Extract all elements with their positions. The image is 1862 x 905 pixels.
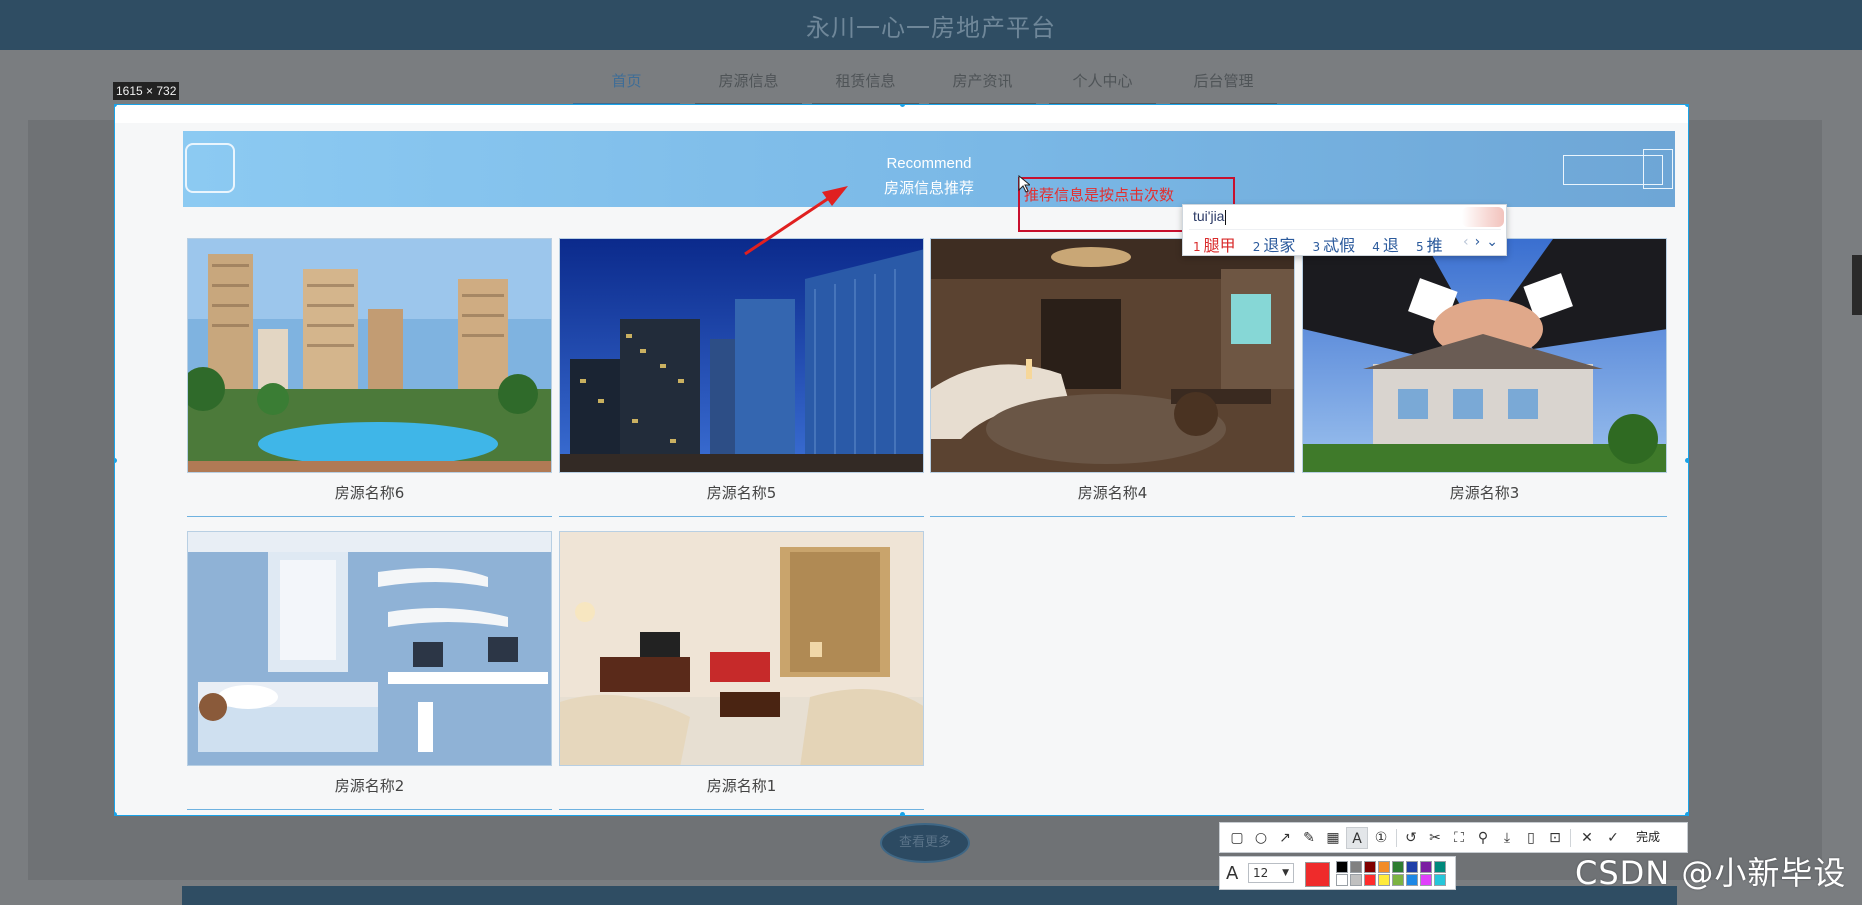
listing-divider [187, 516, 552, 517]
save-icon[interactable]: ⤓ [1496, 827, 1518, 849]
color-swatch[interactable] [1420, 874, 1432, 886]
listing-name[interactable]: 房源名称2 [187, 775, 552, 796]
office-towers-image [560, 239, 923, 472]
ime-candidate[interactable]: 2 退家 [1253, 232, 1296, 256]
pin-icon[interactable]: ⚲ [1472, 827, 1494, 849]
listing-card[interactable]: 房源名称3 [1302, 238, 1667, 518]
pen-icon[interactable]: ✎ [1298, 827, 1320, 849]
site-title: 永川一心一房地产平台 [806, 14, 1056, 42]
copy-icon[interactable]: ▯ [1520, 827, 1542, 849]
color-swatch[interactable] [1406, 874, 1418, 886]
current-color-swatch[interactable] [1305, 862, 1330, 887]
listing-card[interactable]: 房源名称1 [559, 531, 924, 811]
banner-decor-frame-small [1643, 149, 1673, 189]
color-swatch[interactable] [1336, 874, 1348, 886]
capture-size-label: 1615 × 732 [113, 82, 180, 100]
color-swatch[interactable] [1392, 874, 1404, 886]
resize-handle[interactable] [115, 812, 117, 815]
arrow-icon[interactable]: ↗ [1274, 827, 1296, 849]
ellipse-icon[interactable]: ○ [1250, 827, 1272, 849]
color-swatch[interactable] [1364, 874, 1376, 886]
listing-name[interactable]: 房源名称4 [930, 482, 1295, 503]
ime-candidate-list: 1 腿甲 2 退家 3 忒假 4退 5推 [1193, 232, 1455, 256]
text-style-bar: A 12 ▼ [1219, 856, 1456, 890]
rectangle-icon[interactable]: ▢ [1226, 827, 1248, 849]
color-swatch[interactable] [1350, 874, 1362, 886]
site-header: 永川一心一房地产平台 [0, 0, 1862, 50]
resize-handle[interactable] [115, 458, 117, 463]
ime-candidate-popup[interactable]: tui'jia 1 腿甲 2 退家 3 忒假 4退 5推 ‹ › ⌄ [1182, 204, 1507, 256]
view-more-button[interactable]: 查看更多 [880, 823, 970, 863]
listing-divider [559, 516, 924, 517]
listing-divider [187, 809, 552, 810]
done-button[interactable]: 完成 [1636, 828, 1660, 845]
resize-handle[interactable] [1685, 812, 1688, 815]
ime-page-nav: ‹ › ⌄ [1457, 234, 1498, 250]
bookmark-icon[interactable]: ⊡ [1544, 827, 1566, 849]
ime-expand-icon[interactable]: ⌄ [1486, 234, 1498, 250]
check-icon[interactable]: ✓ [1602, 827, 1624, 849]
color-swatch[interactable] [1378, 874, 1390, 886]
color-swatch[interactable] [1434, 861, 1446, 873]
annotation-text[interactable]: 推荐信息是按点击次数 [1024, 184, 1174, 205]
listing-name[interactable]: 房源名称1 [559, 775, 924, 796]
listing-card[interactable]: 房源名称6 [187, 238, 552, 518]
listing-divider [559, 809, 924, 810]
recommend-title-cn: 房源信息推荐 [883, 179, 974, 197]
handshake-villa-image [1303, 239, 1666, 472]
close-icon[interactable]: ✕ [1576, 827, 1598, 849]
hotel-lounge-image [931, 239, 1294, 472]
ime-candidate[interactable]: 4退 [1372, 232, 1399, 256]
listing-photo-livingroom[interactable] [559, 531, 924, 766]
color-swatch[interactable] [1406, 861, 1418, 873]
number-icon[interactable]: ① [1370, 827, 1392, 849]
listing-card[interactable]: 房源名称4 [930, 238, 1295, 518]
color-swatch[interactable] [1434, 874, 1446, 886]
font-size-select[interactable]: 12 ▼ [1248, 863, 1294, 883]
listing-divider [1302, 516, 1667, 517]
resize-handle[interactable] [900, 812, 905, 815]
ime-skin-decoration [1462, 207, 1504, 227]
listing-photo-bedroom[interactable] [187, 531, 552, 766]
listing-name[interactable]: 房源名称6 [187, 482, 552, 503]
ime-candidate[interactable]: 5推 [1416, 232, 1443, 256]
listing-card[interactable]: 房源名称2 [187, 531, 552, 811]
living-room-image [560, 532, 923, 765]
color-swatch[interactable] [1336, 861, 1348, 873]
resize-handle[interactable] [1685, 105, 1688, 107]
csdn-watermark: CSDN @小新毕设 [1575, 854, 1847, 892]
listing-divider [930, 516, 1295, 517]
ime-composition: tui'jia [1193, 208, 1227, 225]
listing-photo-lounge[interactable] [930, 238, 1295, 473]
cut-icon[interactable]: ✂ [1424, 827, 1446, 849]
color-swatch[interactable] [1364, 861, 1376, 873]
listing-photo-handshake[interactable] [1302, 238, 1667, 473]
selection-top-strip [115, 105, 1688, 123]
ime-prev-page-icon[interactable]: ‹ [1463, 234, 1469, 250]
listing-card[interactable]: 房源名称5 [559, 238, 924, 518]
text-icon[interactable]: A [1346, 827, 1368, 849]
color-swatch[interactable] [1378, 861, 1390, 873]
listing-photo-residential[interactable] [187, 238, 552, 473]
color-swatch[interactable] [1420, 861, 1432, 873]
ime-candidate[interactable]: 3 忒假 [1313, 232, 1356, 256]
listing-name[interactable]: 房源名称3 [1302, 482, 1667, 503]
listing-name[interactable]: 房源名称5 [559, 482, 924, 503]
mouse-cursor-icon [1018, 175, 1030, 193]
recommend-title-en: Recommend [886, 155, 972, 172]
color-swatch[interactable] [1350, 861, 1362, 873]
ocr-icon[interactable]: ⛶ [1448, 827, 1470, 849]
resize-handle[interactable] [1685, 458, 1688, 463]
recommend-banner: Recommend 房源信息推荐 [183, 131, 1675, 207]
window-edge [1852, 255, 1862, 315]
font-icon: A [1226, 863, 1239, 884]
residential-towers-image [188, 239, 551, 472]
undo-icon[interactable]: ↺ [1400, 827, 1422, 849]
ime-next-page-icon[interactable]: › [1475, 234, 1481, 250]
kids-bedroom-image [188, 532, 551, 765]
ime-candidate[interactable]: 1 腿甲 [1193, 232, 1236, 256]
color-swatch[interactable] [1392, 861, 1404, 873]
listing-photo-office[interactable] [559, 238, 924, 473]
mosaic-icon[interactable]: ▦ [1322, 827, 1344, 849]
